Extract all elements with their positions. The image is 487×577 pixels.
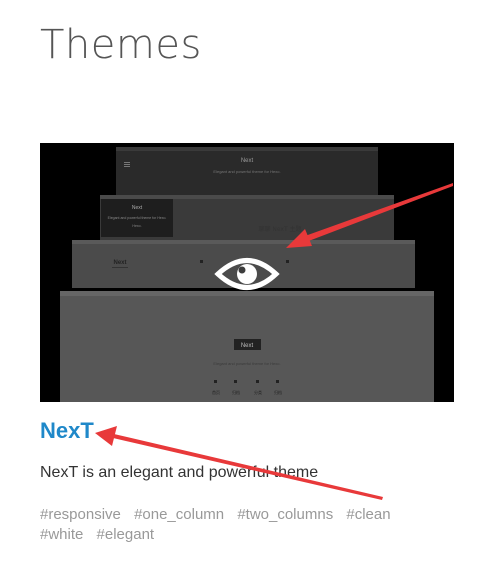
tag-link[interactable]: #elegant	[97, 526, 155, 543]
tag-link[interactable]: #clean	[346, 506, 390, 523]
preview-brand: Next	[113, 260, 126, 266]
preview-sidebar-title: Next	[132, 205, 143, 211]
tag-link[interactable]: #one_column	[134, 506, 224, 523]
theme-description: NexT is an elegant and powerful theme	[40, 464, 319, 481]
menu-icon	[124, 162, 130, 163]
tag-link[interactable]: #white	[40, 526, 83, 543]
tag-link[interactable]: #responsive	[40, 506, 121, 523]
theme-preview-screenshot: Next Elegant and powerful theme for Hexo…	[40, 143, 454, 402]
tag-link[interactable]: #two_columns	[237, 506, 333, 523]
preview-button-label: Next	[241, 343, 254, 349]
theme-tags: #responsive #one_column #two_columns #cl…	[40, 505, 440, 545]
preview-nav-item: 分类	[254, 389, 262, 395]
preview-sidebar-subtitle: Elegant and powerful theme for Hexo.	[108, 216, 167, 220]
preview-footer-caption: Elegant and powerful theme for Hexo.	[213, 361, 280, 366]
arrow-to-theme-name	[95, 426, 383, 500]
preview-window-subtitle: Elegant and powerful theme for Hexo.	[213, 169, 280, 174]
theme-name-link[interactable]: NexT	[40, 418, 94, 444]
preview-nav-item: 归档	[232, 389, 240, 395]
preview-nav-item: 归档	[274, 389, 282, 395]
theme-preview[interactable]: Next Elegant and powerful theme for Hexo…	[40, 143, 454, 402]
preview-window-title: Next	[241, 158, 254, 164]
page-title: Themes	[40, 22, 202, 68]
svg-text:Hexo.: Hexo.	[132, 224, 141, 228]
preview-nav-item: 首页	[212, 389, 220, 395]
preview-heading: 聊聊 NexT 主题	[258, 225, 301, 233]
